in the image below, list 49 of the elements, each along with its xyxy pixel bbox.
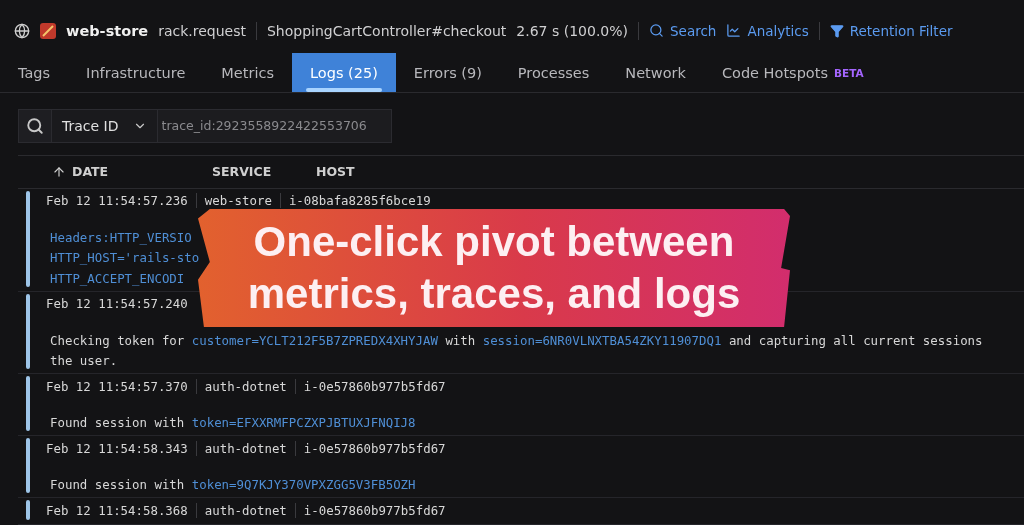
column-header[interactable]: DATE — [72, 164, 109, 179]
tab[interactable]: Network — [607, 53, 704, 93]
log-message: Checking token for customer=YCLT212F5B7ZPREDX4XHYJAW with session=6NR0VLNXTBA54ZKY11907DQ1 and capturing all current sessions — [50, 331, 983, 349]
log-host: i-0e57860b977b5fd67 — [303, 502, 447, 518]
log-service: web-store — [204, 193, 281, 208]
tab[interactable]: Code Hotspots BETA — [703, 53, 882, 93]
log-host: i-0e57860b977b5fd67 — [303, 440, 447, 456]
log-message: Found session with token=9Q7KJY370VPXZGG5V3FB5OZH — [50, 476, 416, 493]
log-date: Feb 12 11:54:57.236 — [46, 193, 197, 208]
resource-name: ShoppingCartController#checkout — [266, 22, 507, 39]
log-date: Feb 12 11:54:57.370 — [46, 378, 197, 394]
log-host: i-08bafa8285f6bce19 — [288, 193, 432, 208]
duration-text: 2.67 s (100.0%) — [516, 22, 628, 39]
column-header[interactable]: SERVICE — [212, 164, 272, 179]
log-message: the user. — [50, 352, 118, 369]
log-status-bar — [26, 500, 30, 520]
tab[interactable]: Logs (25) — [292, 53, 396, 93]
log-service: auth-dotnet — [204, 378, 296, 394]
beta-label: BETA — [833, 66, 864, 79]
operation-name: rack.request — [158, 22, 246, 39]
log-status-bar — [26, 438, 30, 493]
log-date: Feb 12 11:54:58.368 — [46, 502, 197, 518]
log-message: HTTP_HOST='rails-sto — [50, 249, 200, 266]
filter-link[interactable]: Retention Filter — [829, 22, 953, 39]
tab[interactable]: Metrics — [203, 53, 292, 93]
line-chart-icon — [726, 23, 742, 39]
search-icon — [649, 23, 664, 39]
log-date: Feb 12 11:54:58.343 — [46, 440, 197, 456]
column-header[interactable]: HOST — [316, 164, 355, 179]
log-message: HTTP_ACCEPT_ENCODI — [50, 269, 185, 287]
tab[interactable]: Processes — [499, 53, 608, 93]
sort-arrow-icon[interactable] — [52, 164, 66, 179]
log-date: Feb 12 11:54:57.240 — [46, 296, 189, 311]
log-message: Headers:HTTP_VERSIO — [50, 228, 192, 246]
globe-icon — [14, 22, 30, 39]
tab[interactable]: Errors (9) — [395, 53, 500, 93]
filter-icon — [829, 23, 844, 38]
logo-icon — [40, 22, 56, 39]
log-service: auth-dotnet — [204, 502, 296, 518]
service-name: web-store — [66, 22, 149, 39]
log-host: i-0e57860b977b5fd67 — [303, 378, 447, 394]
analytics-link[interactable]: Analytics — [726, 22, 809, 39]
tab[interactable]: Tags — [0, 53, 69, 93]
log-message: Found session with token=EFXXRMFPCZXPJBTUXJFNQIJ8 — [50, 414, 416, 431]
log-service: auth-dotnet — [204, 440, 296, 456]
log-status-bar — [26, 376, 30, 431]
caption-text: One-click pivot between metrics, traces, and logs — [246, 217, 742, 319]
tab[interactable]: Infrastructure — [68, 53, 204, 93]
search-link[interactable]: Search — [649, 22, 717, 39]
